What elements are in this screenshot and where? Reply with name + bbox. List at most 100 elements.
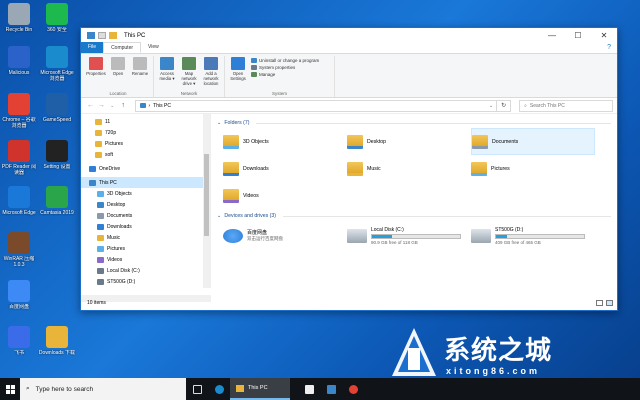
start-button[interactable] [0, 384, 20, 394]
large-icons-view-icon[interactable] [606, 300, 613, 306]
address-box[interactable]: › This PC ⌄ [134, 99, 498, 112]
drives-section-header[interactable]: ⌄ Devices and drives (3) [217, 211, 611, 221]
desktop-icon[interactable]: Setting 设置 [38, 140, 76, 176]
nav-item[interactable]: Documents [81, 210, 210, 221]
status-bar: 10 items [81, 296, 617, 310]
watermark-logo-icon [392, 328, 436, 376]
up-arrow-icon[interactable]: ↑ [118, 102, 129, 109]
folders-section-header[interactable]: ⌄ Folders (7) [217, 118, 611, 128]
folder-tile[interactable]: 3D Objects [223, 128, 347, 155]
properties-quick-icon[interactable] [98, 32, 106, 39]
desktop-icon[interactable]: Microsoft Edge 浏览器 [38, 46, 76, 82]
taskbar-app-this-pc[interactable]: This PC [230, 378, 290, 400]
nav-item[interactable]: Pictures [81, 138, 210, 149]
taskbar-search-box[interactable]: ⌕ Type here to search [20, 378, 186, 400]
desktop-icon[interactable]: Downloads 下载 [38, 326, 76, 362]
task-view-button[interactable] [186, 378, 208, 400]
system-item-0[interactable]: Uninstall or change a program [251, 58, 319, 63]
ribbon-button-location-1[interactable]: Open [107, 56, 129, 89]
nav-item[interactable]: soft [81, 149, 210, 160]
nav-item[interactable]: Pictures [81, 243, 210, 254]
back-arrow-icon[interactable]: ← [85, 102, 96, 109]
desktop-icon[interactable]: Malicious [0, 46, 38, 82]
ribbon-button-location-0[interactable]: Properties [85, 56, 107, 89]
folder-tile[interactable]: Downloads [223, 155, 347, 182]
folder-label: 3D Objects [243, 138, 269, 145]
ribbon-button-label: Properties [86, 71, 106, 76]
details-view-icon[interactable] [596, 300, 603, 306]
mail-taskbar-button[interactable] [320, 378, 342, 400]
open-settings-button[interactable]: Open Settings [227, 56, 249, 89]
breadcrumb-this-pc[interactable]: This PC [153, 103, 171, 109]
folder-tile[interactable]: Pictures [471, 155, 595, 182]
desktop-icon[interactable]: Microsoft Edge [0, 186, 38, 222]
nav-item[interactable]: Music [81, 232, 210, 243]
desktop-icon-label: GameSpeed [42, 117, 72, 123]
taskbar-search-placeholder: Type here to search [35, 385, 94, 393]
help-icon[interactable]: ? [607, 42, 611, 53]
ribbon-button-location-2[interactable]: Rename [129, 56, 151, 89]
desktop-icon[interactable]: Chrome – 谷歌浏览器 [0, 93, 38, 129]
title-bar[interactable]: This PC — ☐ ✕ [81, 28, 617, 43]
folder-icon [97, 256, 104, 263]
nav-scroll-thumb[interactable] [204, 154, 209, 236]
refresh-button[interactable]: ↻ [497, 99, 512, 112]
minimize-button[interactable]: — [539, 28, 565, 43]
folder-tile[interactable]: Music [347, 155, 471, 182]
folder-tile[interactable]: Documents [471, 128, 595, 155]
system-item-1[interactable]: System properties [251, 65, 319, 70]
tab-file[interactable]: File [81, 42, 104, 53]
desktop-icon[interactable]: GameSpeed [38, 93, 76, 129]
folder-label: Music [367, 165, 381, 172]
forward-arrow-icon[interactable]: → [96, 102, 107, 109]
system-item-2[interactable]: Manage [251, 72, 319, 77]
search-input[interactable] [529, 102, 610, 109]
folder-icon [347, 161, 363, 176]
desktop-icon-label: WinRAR 压缩 1.0.3 [3, 256, 35, 268]
nav-item[interactable]: Downloads [81, 221, 210, 232]
nav-item[interactable]: 3D Objects [81, 188, 210, 199]
drive-tile[interactable]: ST500G (D:) 409 GB free of 465 GB [471, 223, 595, 249]
file-explorer-window: This PC — ☐ ✕ File Computer View ? Prope… [80, 27, 618, 311]
nav-item[interactable]: ST500G (D:) [81, 276, 210, 287]
nav-item[interactable]: Videos [81, 254, 210, 265]
desktop-icon[interactable]: 飞书 [0, 326, 38, 362]
desktop-icon[interactable]: Camtasia 2019 [38, 186, 76, 222]
drive-tile[interactable]: Local Disk (C:) 90.9 GB free of 118 GB [347, 223, 471, 249]
new-folder-quick-icon[interactable] [109, 32, 117, 39]
desktop-icon[interactable]: Recycle Bin [0, 3, 38, 39]
desktop-app-icon [8, 46, 30, 68]
recent-chevron-icon[interactable]: ⌄ [107, 103, 118, 109]
chrome-taskbar-button[interactable] [342, 378, 364, 400]
ribbon-group-system: Open Settings Uninstall or change a prog… [225, 56, 335, 97]
nav-item[interactable]: This PC [81, 177, 210, 188]
desktop-icon[interactable]: 百度网盘 [0, 280, 38, 316]
desktop-icon[interactable]: 360 安全 [38, 3, 76, 39]
nav-item[interactable]: Local Disk (C:) [81, 265, 210, 276]
store-taskbar-button[interactable] [298, 378, 320, 400]
tab-view[interactable]: View [141, 42, 166, 53]
edge-taskbar-button[interactable] [208, 378, 230, 400]
ribbon-button-network-0[interactable]: Access media ▾ [156, 56, 178, 89]
address-dropdown-icon[interactable]: ⌄ [489, 103, 496, 109]
close-button[interactable]: ✕ [591, 28, 617, 43]
ribbon-button-network-1[interactable]: Map network drive ▾ [178, 56, 200, 89]
desktop-icon[interactable]: PDF Reader 阅读器 [0, 140, 38, 176]
folder-tile[interactable]: Desktop [347, 128, 471, 155]
nav-item[interactable]: 720p [81, 127, 210, 138]
nav-item[interactable]: OneDrive [81, 163, 210, 174]
desktop-icon-label: Downloads 下载 [38, 350, 76, 356]
ribbon-button-network-2[interactable]: Add a network location [200, 56, 222, 89]
nav-item[interactable]: Desktop [81, 199, 210, 210]
maximize-button[interactable]: ☐ [565, 28, 591, 43]
nav-item[interactable]: 11 [81, 116, 210, 127]
search-box[interactable]: ⌕ [519, 99, 614, 112]
desktop-icon[interactable]: WinRAR 压缩 1.0.3 [0, 232, 38, 268]
nav-scrollbar[interactable] [203, 114, 210, 288]
folder-tile[interactable]: Videos [223, 182, 347, 209]
drive-tile[interactable]: 百度网盘 双击运行百度网盘 [223, 223, 347, 249]
folder-icon [97, 212, 104, 219]
desktop-icons: Recycle Bin 360 安全 Malicious Microsoft Edge… [0, 0, 80, 378]
tab-computer[interactable]: Computer [103, 42, 142, 53]
search-icon: ⌕ [26, 385, 30, 392]
